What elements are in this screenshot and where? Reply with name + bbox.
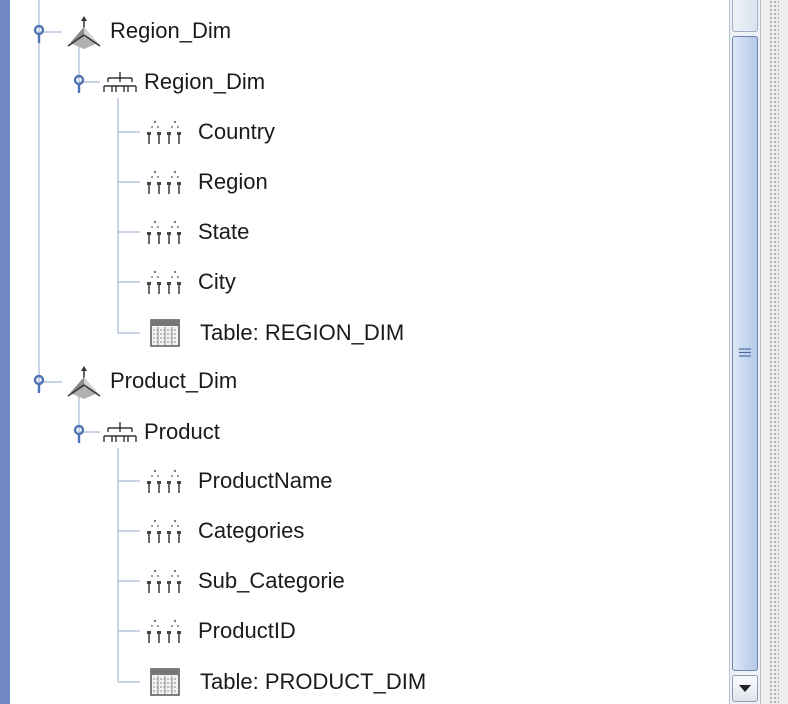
tree-node-level[interactable]: Region: [142, 166, 268, 198]
grip-icon: [739, 348, 751, 357]
tree-panel: Region_Dim Region_Dim Country Region Sta…: [0, 0, 788, 704]
table-icon: [150, 319, 180, 347]
hierarchy-label: Region_Dim: [144, 69, 266, 94]
level-label: Sub_Categorie: [198, 568, 345, 593]
level-label: ProductName: [198, 468, 333, 493]
level-icon: [147, 519, 181, 543]
level-label: Country: [198, 119, 276, 144]
table-label: Table: REGION_DIM: [200, 320, 405, 345]
hierarchy-label: Product: [144, 419, 220, 444]
level-icon: [147, 469, 181, 493]
tree-node-level[interactable]: Categories: [142, 515, 304, 547]
vertical-scrollbar[interactable]: [729, 0, 761, 704]
expanded-toggle-icon[interactable]: [30, 21, 48, 43]
tree-connector-lines: [38, 0, 140, 683]
level-icon: [147, 220, 181, 244]
hierarchy-icon: [103, 422, 137, 442]
dimension-icon: [67, 16, 101, 49]
tree-node-dimension[interactable]: Region_Dim: [64, 15, 232, 49]
expanded-toggle-icon[interactable]: [70, 71, 88, 93]
panel-splitter[interactable]: [761, 0, 788, 704]
tree-node-level[interactable]: ProductID: [142, 615, 296, 647]
tree-node-level[interactable]: State: [142, 216, 249, 248]
dimension-label: Region_Dim: [110, 18, 232, 43]
level-icon: [147, 120, 181, 144]
dimension-label: Product_Dim: [110, 368, 238, 393]
level-label: Categories: [198, 518, 305, 543]
tree-node-level[interactable]: Country: [142, 116, 275, 148]
arrow-down-icon: [739, 684, 751, 692]
dimension-icon: [67, 366, 101, 399]
level-icon: [147, 270, 181, 294]
tree-node-hierarchy[interactable]: Product: [100, 416, 220, 448]
splitter-grip: [769, 0, 779, 704]
level-icon: [147, 569, 181, 593]
tree-node-dimension[interactable]: Product_Dim: [64, 365, 238, 399]
scroll-down-button[interactable]: [732, 675, 758, 702]
level-label: ProductID: [198, 618, 296, 643]
scroll-track-top[interactable]: [732, 0, 758, 32]
level-label: State: [198, 219, 250, 244]
expanded-toggle-icon[interactable]: [30, 371, 48, 393]
table-icon: [150, 668, 180, 696]
expanded-toggle-icon[interactable]: [70, 421, 88, 443]
hierarchy-icon: [103, 72, 137, 92]
tree-node-level[interactable]: City: [142, 266, 236, 298]
level-icon: [147, 170, 181, 194]
tree-node-table[interactable]: Table: PRODUCT_DIM: [148, 666, 426, 698]
tree-node-table[interactable]: Table: REGION_DIM: [148, 317, 404, 349]
level-icon: [147, 619, 181, 643]
tree-node-level[interactable]: Sub_Categorie: [142, 565, 345, 597]
table-label: Table: PRODUCT_DIM: [200, 669, 427, 694]
level-label: City: [198, 269, 236, 294]
tree-node-hierarchy[interactable]: Region_Dim: [100, 66, 265, 98]
scrollbar-thumb[interactable]: [732, 36, 758, 671]
tree-node-level[interactable]: ProductName: [142, 465, 333, 497]
level-label: Region: [198, 169, 268, 194]
